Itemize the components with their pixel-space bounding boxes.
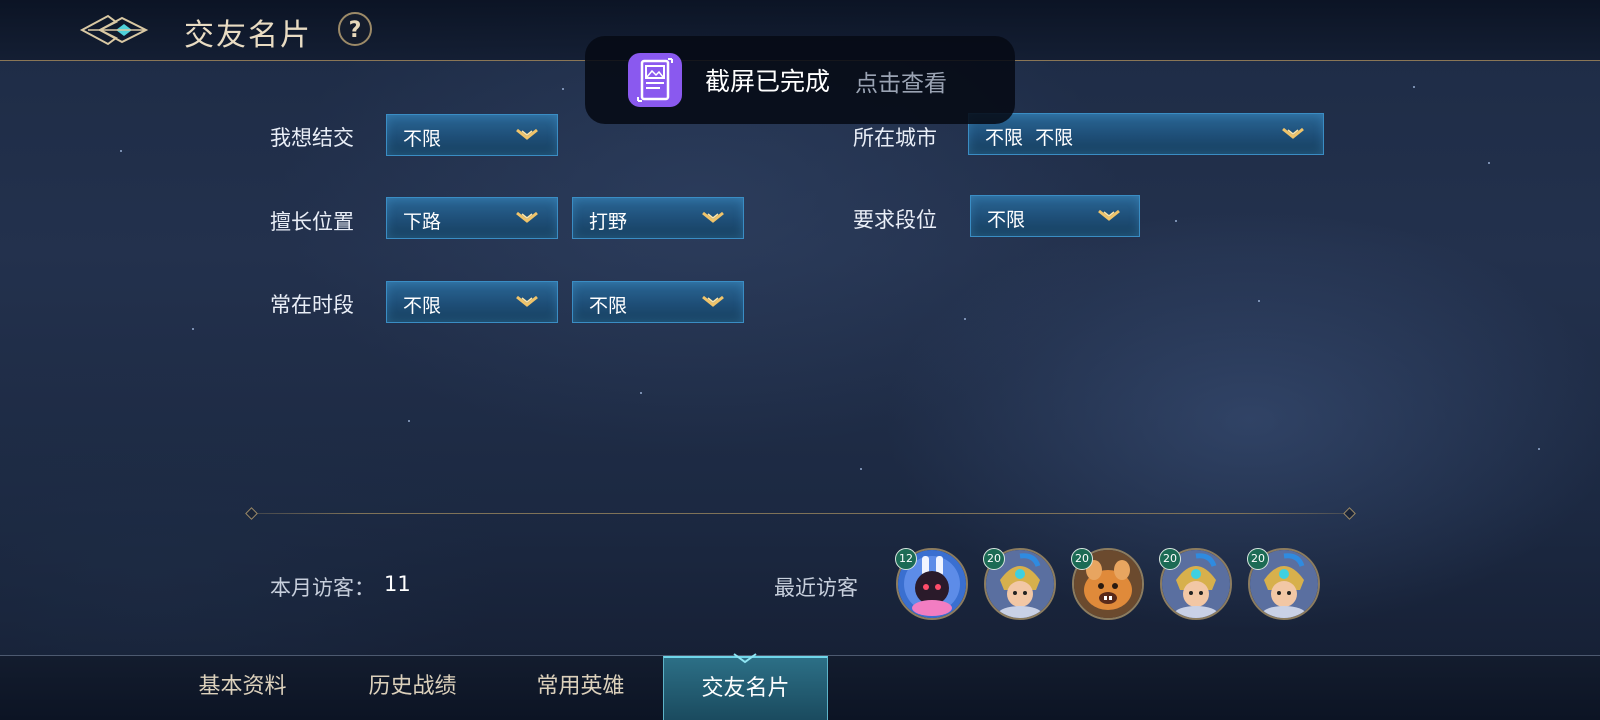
screenshot-toast[interactable]: 截屏已完成 点击查看	[585, 36, 1015, 124]
chevron-down-icon	[516, 128, 538, 140]
chevron-down-icon	[702, 295, 724, 307]
required-rank-value: 不限	[987, 209, 1026, 231]
screenshot-icon	[628, 53, 682, 107]
visitor-level-badge: 20	[983, 548, 1005, 570]
city-dropdown[interactable]: 不限 不限	[968, 113, 1324, 155]
position-primary-dropdown[interactable]: 下路	[386, 197, 558, 239]
monthly-visitors-count: 11	[384, 572, 411, 596]
help-button[interactable]: ?	[338, 12, 372, 46]
want-to-meet-dropdown[interactable]: 不限	[386, 114, 558, 156]
back-button[interactable]	[78, 12, 150, 48]
toast-view-link[interactable]: 点击查看	[855, 64, 947, 98]
chevron-down-icon	[516, 295, 538, 307]
required-rank-label: 要求段位	[853, 208, 937, 232]
visitor-level-badge: 12	[895, 548, 917, 570]
active-tab-indicator-icon	[733, 653, 757, 664]
active-time-end-dropdown[interactable]: 不限	[572, 281, 744, 323]
page-title: 交友名片	[184, 18, 312, 53]
chevron-down-icon	[702, 211, 724, 223]
tab-social-card[interactable]: 交友名片	[663, 656, 828, 720]
toast-message: 截屏已完成	[705, 67, 831, 96]
divider-left-ornament	[245, 507, 258, 520]
visitor-level-badge: 20	[1071, 548, 1093, 570]
active-time-end-value: 不限	[589, 295, 628, 317]
tab-basic-info[interactable]: 基本资料	[160, 656, 325, 720]
tab-common-heroes[interactable]: 常用英雄	[498, 656, 663, 720]
screen: 交友名片 ? 我想结交 不限 擅长位置 下路 打野 常在时段 不限 不限 所在城…	[0, 0, 1600, 720]
bottom-tab-bar: 基本资料 历史战绩 常用英雄 交友名片	[0, 655, 1600, 720]
visitor-level-badge: 20	[1159, 548, 1181, 570]
chevron-down-icon	[516, 211, 538, 223]
position-primary-value: 下路	[403, 211, 442, 233]
chevron-down-icon	[1098, 209, 1120, 221]
chevron-down-icon	[1282, 127, 1304, 139]
want-to-meet-label: 我想结交	[270, 126, 354, 150]
good-position-label: 擅长位置	[270, 210, 354, 234]
tab-match-history[interactable]: 历史战绩	[330, 656, 495, 720]
position-secondary-dropdown[interactable]: 打野	[572, 197, 744, 239]
visitor-level-badge: 20	[1247, 548, 1269, 570]
section-divider	[248, 513, 1352, 514]
position-secondary-value: 打野	[589, 211, 628, 233]
required-rank-dropdown[interactable]: 不限	[970, 195, 1140, 237]
want-to-meet-value: 不限	[403, 128, 442, 150]
divider-right-ornament	[1343, 507, 1356, 520]
active-time-start-value: 不限	[403, 295, 442, 317]
active-time-label: 常在时段	[270, 293, 354, 317]
recent-visitors-label: 最近访客	[774, 576, 858, 600]
monthly-visitors-label: 本月访客：	[270, 576, 375, 600]
active-time-start-dropdown[interactable]: 不限	[386, 281, 558, 323]
city-value: 不限 不限	[985, 127, 1074, 149]
back-arrow-icon	[79, 14, 149, 46]
city-label: 所在城市	[853, 126, 937, 150]
